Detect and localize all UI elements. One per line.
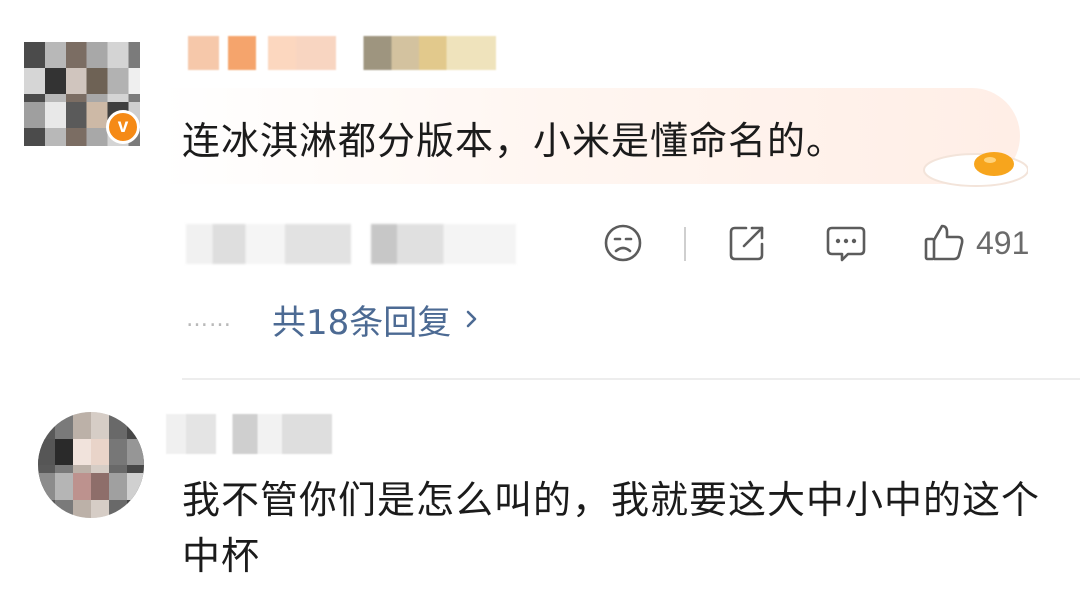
verified-badge-icon: v — [106, 110, 140, 144]
comment-item: 我不管你们是怎么叫的，我就要这大中小中的这个中杯 — [0, 380, 1080, 603]
like-button[interactable]: 491 — [922, 222, 1029, 264]
timestamp-location-blurred — [186, 224, 516, 264]
comment-bubble-icon — [826, 226, 866, 262]
username-blurred[interactable] — [166, 414, 332, 454]
like-count: 491 — [976, 224, 1030, 261]
comment-button[interactable] — [824, 222, 868, 264]
comment-text: 我不管你们是怎么叫的，我就要这大中小中的这个中杯 — [182, 478, 1041, 578]
avatar-image-pixelated — [38, 412, 144, 518]
username-blurred[interactable] — [188, 36, 496, 70]
chevron-right-icon — [466, 310, 477, 328]
replies-row: …… 共18条回复 — [186, 295, 481, 344]
sad-face-icon — [604, 224, 642, 262]
dislike-button[interactable] — [602, 222, 644, 264]
comment-item: v 连冰淇淋都分版本，小米是懂命名的。 491 …… 共18条回复 — [0, 0, 1080, 380]
view-replies-label: 共18条回复 — [272, 302, 452, 343]
view-replies-link[interactable]: 共18条回复 — [272, 295, 481, 344]
replies-dots: …… — [186, 306, 232, 332]
share-button[interactable] — [726, 222, 768, 264]
comment-text: 连冰淇淋都分版本，小米是懂命名的。 — [182, 119, 846, 163]
thumbs-up-icon — [924, 224, 964, 261]
fried-egg-icon — [923, 152, 1028, 187]
avatar[interactable] — [38, 412, 144, 518]
action-divider — [684, 227, 686, 261]
share-icon — [729, 226, 764, 261]
